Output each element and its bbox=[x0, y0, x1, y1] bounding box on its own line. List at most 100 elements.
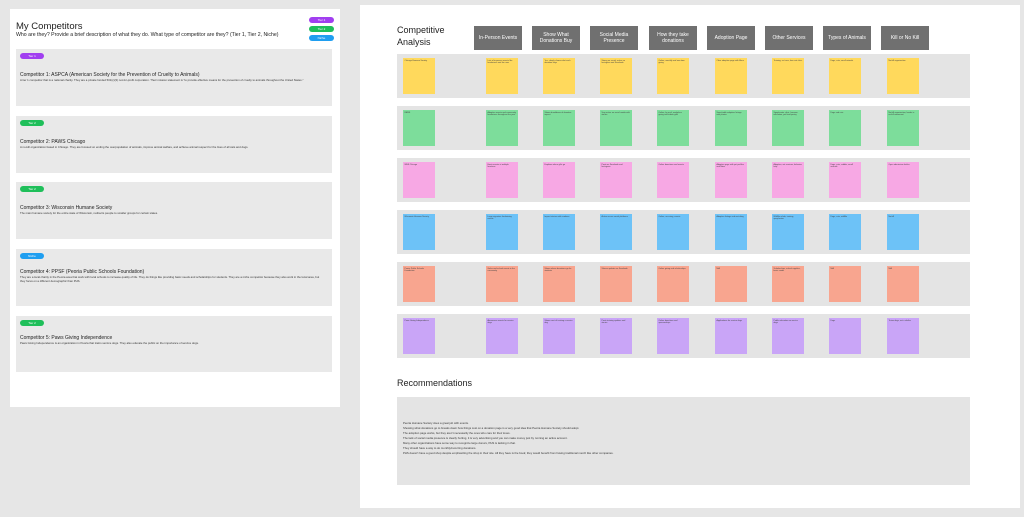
competitor-description: A no-kill organization based in Chicago.… bbox=[20, 145, 249, 149]
sticky-note[interactable]: Peoria Public Schools Foundation bbox=[403, 266, 435, 302]
sticky-note[interactable]: Adoption page with pet profiles and filt… bbox=[715, 162, 747, 198]
sticky-note[interactable]: Scholarships, school supplies, basic nee… bbox=[772, 266, 804, 302]
competitor-row: Paws Giving Independence Awareness events… bbox=[397, 314, 970, 358]
competitor-row: Wisconsin Humane Society Large signature … bbox=[397, 210, 970, 254]
sticky-note[interactable]: Dogs, cats, small animals bbox=[829, 58, 861, 94]
sticky-note[interactable]: Online giving and scholarships bbox=[657, 266, 689, 302]
sticky-note[interactable]: Clear adoption page with filters bbox=[715, 58, 747, 94]
sticky-note[interactable]: Public education on service dogs bbox=[772, 318, 804, 354]
tier-chip: Tier 1 bbox=[20, 53, 44, 59]
sticky-note[interactable]: No-kill bbox=[887, 214, 919, 250]
competitor-card-1[interactable]: Tier 1 Competitor 1: ASPCA (American Soc… bbox=[16, 49, 332, 106]
sticky-note[interactable]: Paws Giving Independence bbox=[403, 318, 435, 354]
column-header: Adoption Page bbox=[707, 26, 755, 50]
sticky-note[interactable]: Wildlife rehab, training, spay/neuter bbox=[772, 214, 804, 250]
sticky-note[interactable]: Adoption, vet services, behavior help bbox=[772, 162, 804, 198]
competitor-card-2[interactable]: Tier 2 Competitor 2: PAWS Chicago A no-k… bbox=[16, 116, 332, 173]
recommendation-line: Peoria Humane Society does a great job w… bbox=[403, 421, 469, 425]
recommendation-line: PHS doesn't have a good shop despite emp… bbox=[403, 451, 614, 455]
sticky-note[interactable]: Chicago Humane Society bbox=[403, 58, 435, 94]
tier-1-button[interactable]: Tier 1 bbox=[309, 17, 334, 23]
sticky-note[interactable]: Online, recurring, events bbox=[657, 214, 689, 250]
tier-chip: Niche bbox=[20, 253, 44, 259]
sticky-note[interactable]: N/A bbox=[715, 266, 747, 302]
sticky-note[interactable]: Searchable adoption listings with photos bbox=[715, 110, 747, 146]
competitor-description: They are a local charity in the Peoria a… bbox=[20, 275, 320, 283]
competitor-card-5[interactable]: Tier 2 Competitor 5: Paws Giving Indepen… bbox=[16, 316, 332, 372]
tier-chip: Tier 2 bbox=[20, 320, 44, 326]
sticky-note[interactable]: Posts on Facebook and Instagram bbox=[600, 162, 632, 198]
sticky-note[interactable]: Spay/neuter clinic, humane education, pe… bbox=[772, 110, 804, 146]
sticky-note[interactable]: Dogs bbox=[829, 318, 861, 354]
tier-chip: Tier 2 bbox=[20, 186, 44, 192]
sticky-note[interactable]: Active across social platforms bbox=[600, 214, 632, 250]
competitor-description: The main humane society for the entire s… bbox=[20, 211, 158, 215]
sticky-note[interactable]: Adoption listings and matching bbox=[715, 214, 747, 250]
competitor-description: Paws Giving Independence is an organizat… bbox=[20, 341, 199, 345]
column-header: Kill or No Kill bbox=[881, 26, 929, 50]
sticky-note[interactable]: Applications for service dogs bbox=[715, 318, 747, 354]
sticky-note[interactable]: Shows cost of training a service dog bbox=[543, 318, 575, 354]
sticky-note[interactable]: Trains dogs, not a shelter bbox=[887, 318, 919, 354]
sticky-note[interactable]: Dogs and cats bbox=[829, 110, 861, 146]
competitor-row: PAWS Adoption events and community fundra… bbox=[397, 106, 970, 150]
sticky-note[interactable]: Online, by mail, workplace giving and tr… bbox=[657, 110, 689, 146]
competitor-row: Peoria Public Schools Foundation Galas an… bbox=[397, 262, 970, 306]
column-header: How they take donations bbox=[649, 26, 697, 50]
analysis-title-line2: Analysis bbox=[397, 37, 431, 47]
sticky-note[interactable]: Dogs, cats, wildlife bbox=[829, 214, 861, 250]
recommendation-line: Showing what donations go to breaks down… bbox=[403, 426, 580, 430]
tier-2-button[interactable]: Tier 2 bbox=[309, 26, 334, 32]
sticky-note[interactable]: Lots of in-person events like fundraiser… bbox=[486, 58, 518, 94]
competitors-panel: My Competitors Who are they? Provide a b… bbox=[10, 9, 340, 407]
sticky-note[interactable]: Awareness events for service dogs bbox=[486, 318, 518, 354]
sticky-note[interactable]: N/A bbox=[829, 266, 861, 302]
column-header: Other Services bbox=[765, 26, 813, 50]
column-header: Show What Donations Buy bbox=[532, 26, 580, 50]
sticky-note[interactable]: Online donations and sponsorships bbox=[657, 318, 689, 354]
sticky-note[interactable]: Wisconsin Humane Society bbox=[403, 214, 435, 250]
recommendation-line: They should have a way to do monthly/rec… bbox=[403, 446, 477, 450]
competitors-title: My Competitors bbox=[16, 21, 83, 32]
recommendations-box: Peoria Humane Society does a great job w… bbox=[397, 397, 970, 485]
sticky-note[interactable]: Hosts events at multiple locations bbox=[486, 162, 518, 198]
sticky-note[interactable]: Strong on social, active on Instagram an… bbox=[600, 58, 632, 94]
competitor-description: A tier 1 competitor that is a national c… bbox=[20, 78, 304, 82]
column-header: Social Media Presence bbox=[590, 26, 638, 50]
sticky-note[interactable]: N/A bbox=[887, 266, 919, 302]
sticky-note[interactable]: Open admission shelter bbox=[887, 162, 919, 198]
sticky-note[interactable]: Online donations and events bbox=[657, 162, 689, 198]
sticky-note[interactable]: Yes, clearly shows what each donation bu… bbox=[543, 58, 575, 94]
sticky-note[interactable]: Training, vet care, low cost clinic bbox=[772, 58, 804, 94]
sticky-note[interactable]: PAWS bbox=[403, 110, 435, 146]
sticky-note[interactable]: Explains where gifts go bbox=[543, 162, 575, 198]
recommendation-line: The lack of social media presence is cle… bbox=[403, 436, 568, 440]
recommendation-line: Many other organizations have some way t… bbox=[403, 441, 516, 445]
sticky-note[interactable]: Shows where donations go for students bbox=[543, 266, 575, 302]
sticky-note[interactable]: No-kill organization bbox=[887, 58, 919, 94]
sticky-note[interactable]: Shows breakdown of donation impact bbox=[543, 110, 575, 146]
sticky-note[interactable]: Dogs, cats, rabbits, small animals bbox=[829, 162, 861, 198]
recommendation-line: The adoption page works, but they aren't… bbox=[403, 431, 511, 435]
sticky-note[interactable]: Galas and school events in the community bbox=[486, 266, 518, 302]
sticky-note[interactable]: Shares updates on Facebook bbox=[600, 266, 632, 302]
column-header: In-Person Events bbox=[474, 26, 522, 50]
sticky-note[interactable]: No-kill organization, leader in no-kill … bbox=[887, 110, 919, 146]
sticky-note[interactable]: Large signature fundraising events bbox=[486, 214, 518, 250]
sticky-note[interactable]: Online, monthly and one-time giving bbox=[657, 58, 689, 94]
analysis-title-line1: Competitive bbox=[397, 25, 445, 35]
sticky-note[interactable]: Very active on social media with stories bbox=[600, 110, 632, 146]
competitor-card-3[interactable]: Tier 2 Competitor 3: Wisconsin Humane So… bbox=[16, 182, 332, 239]
competitor-row: Chicago Humane Society Lots of in-person … bbox=[397, 54, 970, 98]
sticky-note[interactable]: WHS Chicago bbox=[403, 162, 435, 198]
sticky-note[interactable]: Posts training updates and stories bbox=[600, 318, 632, 354]
niche-button[interactable]: Niche bbox=[309, 35, 334, 41]
sticky-note[interactable]: Impact stories with numbers bbox=[543, 214, 575, 250]
sticky-note[interactable]: Adoption events and community fundraiser… bbox=[486, 110, 518, 146]
competitors-subtitle: Who are they? Provide a brief descriptio… bbox=[16, 32, 279, 38]
column-header: Types of Animals bbox=[823, 26, 871, 50]
recommendations-title: Recommendations bbox=[397, 378, 473, 388]
competitor-row: WHS Chicago Hosts events at multiple loca… bbox=[397, 158, 970, 202]
tier-chip: Tier 2 bbox=[20, 120, 44, 126]
competitor-card-4[interactable]: Niche Competitor 4: PPSF (Peoria Public … bbox=[16, 249, 332, 306]
